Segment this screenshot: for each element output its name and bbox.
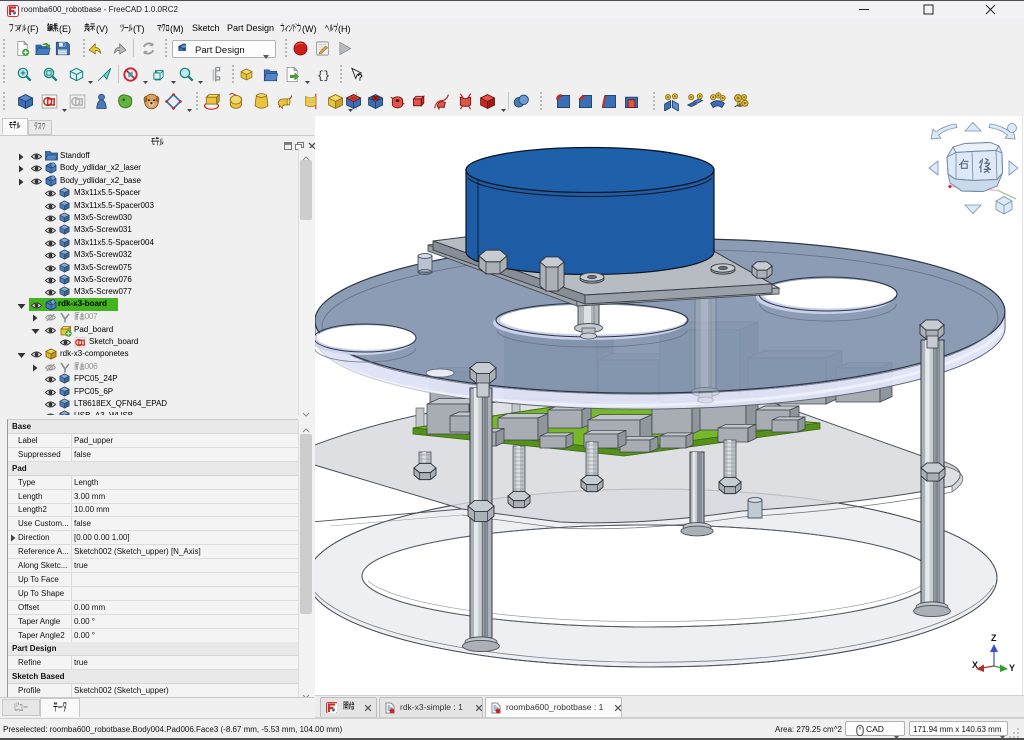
- svg-text:ァ: ァ: [13, 23, 22, 32]
- svg-text:Z: Z: [991, 633, 997, 643]
- svg-text:7: 7: [93, 312, 98, 321]
- svg-text:X: X: [972, 660, 978, 670]
- svg-text:6: 6: [93, 362, 98, 371]
- svg-text:{}: {}: [317, 70, 330, 82]
- svg-text:?: ?: [357, 73, 363, 83]
- svg-text:Y: Y: [1009, 663, 1015, 673]
